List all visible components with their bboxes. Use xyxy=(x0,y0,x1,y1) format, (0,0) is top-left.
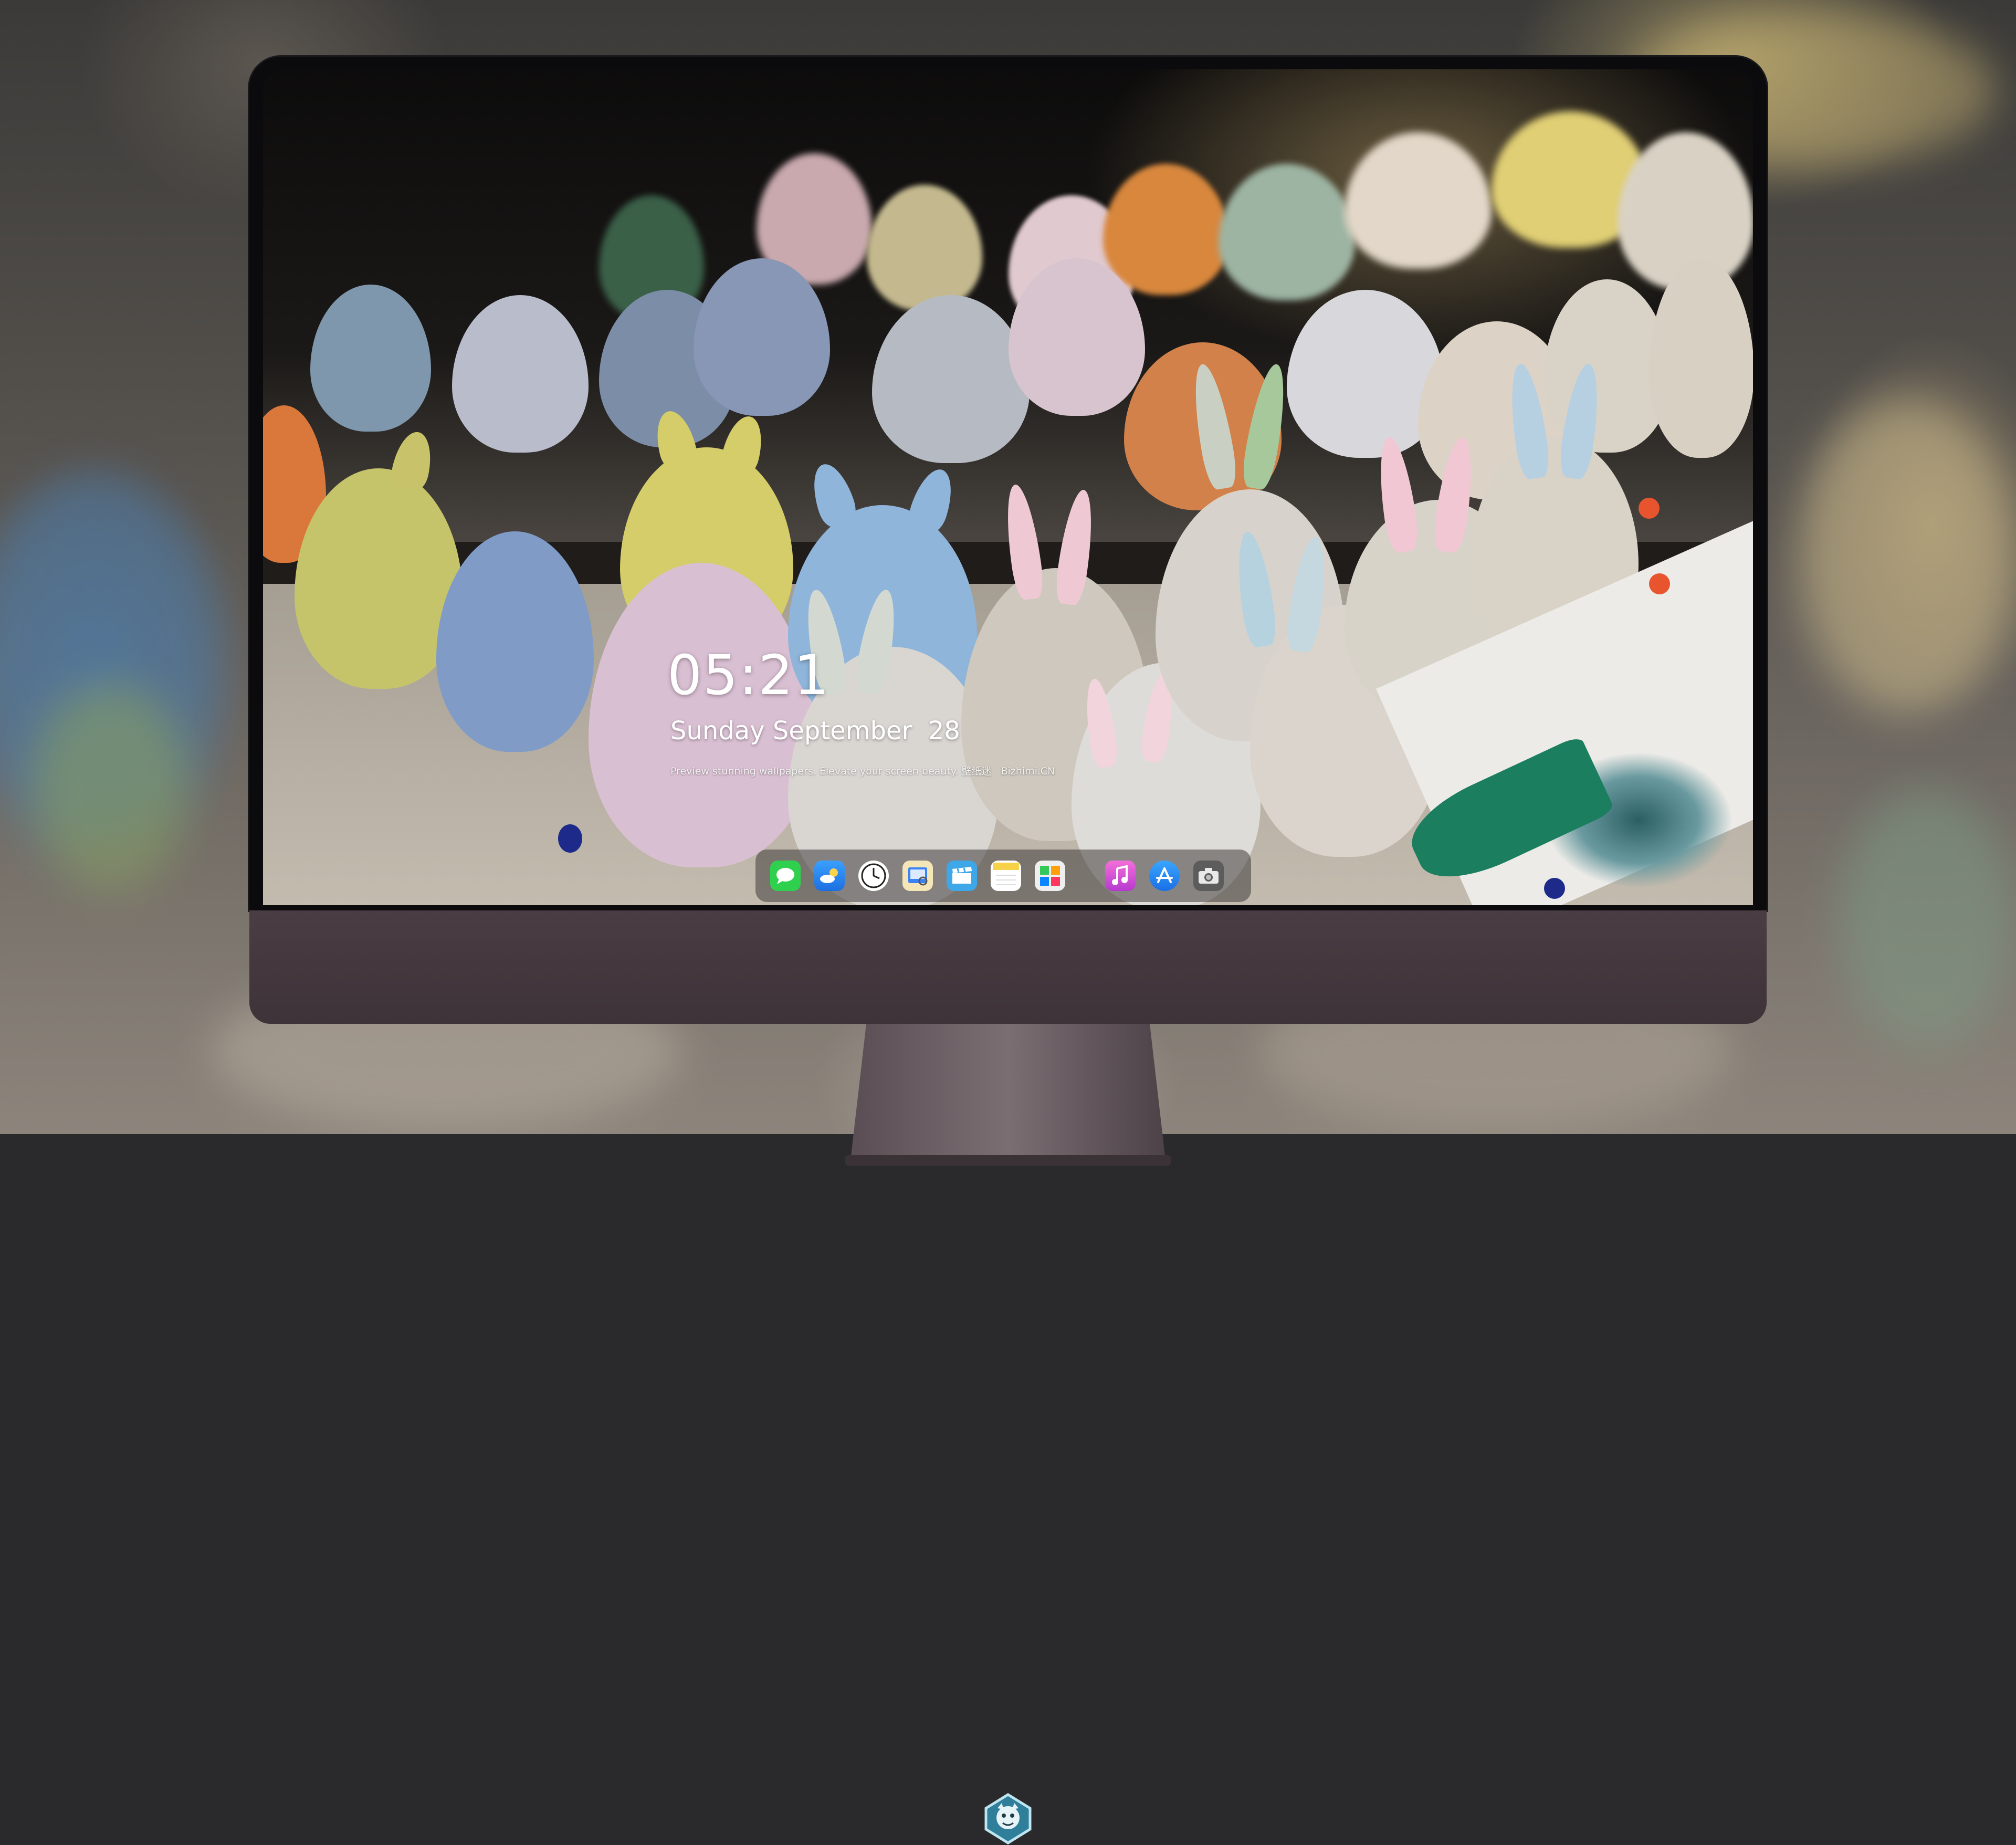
monitor-stand xyxy=(845,1024,1171,1166)
monitor-bezel: 05:21 Sunday September 28 Preview stunni… xyxy=(249,57,1767,910)
clock-icon[interactable] xyxy=(858,861,889,891)
weather-icon[interactable] xyxy=(814,861,845,891)
preview-icon[interactable] xyxy=(902,861,933,891)
lock-clock: 05:21 xyxy=(667,643,830,707)
messages-icon[interactable] xyxy=(770,861,801,891)
clapper-icon[interactable] xyxy=(947,861,977,891)
wallpaper xyxy=(263,69,1753,905)
music-icon[interactable] xyxy=(1105,861,1136,891)
logo-icon xyxy=(984,1793,1032,1844)
camera-icon[interactable] xyxy=(1193,861,1224,891)
photos-icon[interactable] xyxy=(1035,861,1065,891)
lock-date: Sunday September 28 xyxy=(670,716,960,746)
dock xyxy=(755,850,1251,902)
notes-icon[interactable] xyxy=(991,861,1021,891)
wallpaper-tagline: Preview stunning wallpapers. Elevate you… xyxy=(670,766,1055,777)
screen: 05:21 Sunday September 28 Preview stunni… xyxy=(263,69,1753,905)
app-store-icon[interactable] xyxy=(1149,861,1180,891)
monitor-chin xyxy=(249,910,1767,1844)
